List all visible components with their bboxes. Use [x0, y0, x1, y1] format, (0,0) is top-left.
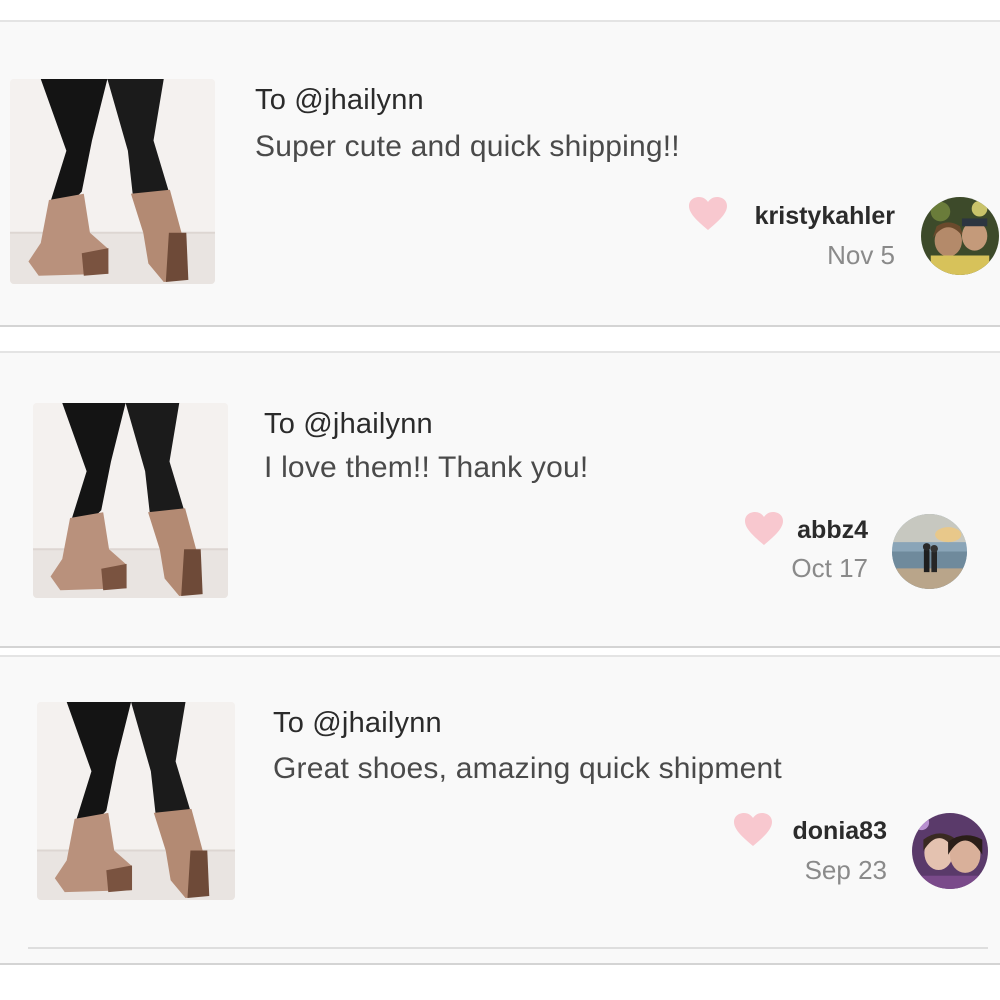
heart-icon[interactable]: [733, 812, 773, 848]
heart-icon[interactable]: [744, 511, 784, 547]
heart-icon[interactable]: [688, 196, 728, 232]
reviewer-username[interactable]: kristykahler: [755, 202, 895, 231]
review-date: Nov 5: [827, 240, 895, 270]
user-avatar[interactable]: [912, 813, 988, 889]
user-avatar[interactable]: [892, 514, 967, 589]
review-date: Oct 17: [791, 553, 868, 583]
recipient-label: To @jhailynn: [255, 84, 424, 116]
product-thumbnail[interactable]: [10, 79, 215, 284]
product-thumbnail[interactable]: [37, 702, 235, 900]
product-thumbnail[interactable]: [33, 403, 228, 598]
review-date: Sep 23: [804, 855, 887, 885]
divider: [28, 947, 988, 949]
reviewer-username[interactable]: abbz4: [797, 516, 868, 545]
review-message: Super cute and quick shipping!!: [255, 130, 680, 163]
recipient-label: To @jhailynn: [273, 707, 442, 739]
reviewer-username[interactable]: donia83: [793, 817, 887, 846]
review-message: Great shoes, amazing quick shipment: [273, 752, 782, 785]
review-message: I love them!! Thank you!: [264, 451, 589, 484]
recipient-label: To @jhailynn: [264, 408, 433, 440]
review-card: To @jhailynn Great shoes, amazing quick …: [0, 655, 1000, 965]
user-avatar[interactable]: [921, 197, 999, 275]
review-card: To @jhailynn I love them!! Thank you! ab…: [0, 351, 1000, 648]
review-card: To @jhailynn Super cute and quick shippi…: [0, 20, 1000, 327]
